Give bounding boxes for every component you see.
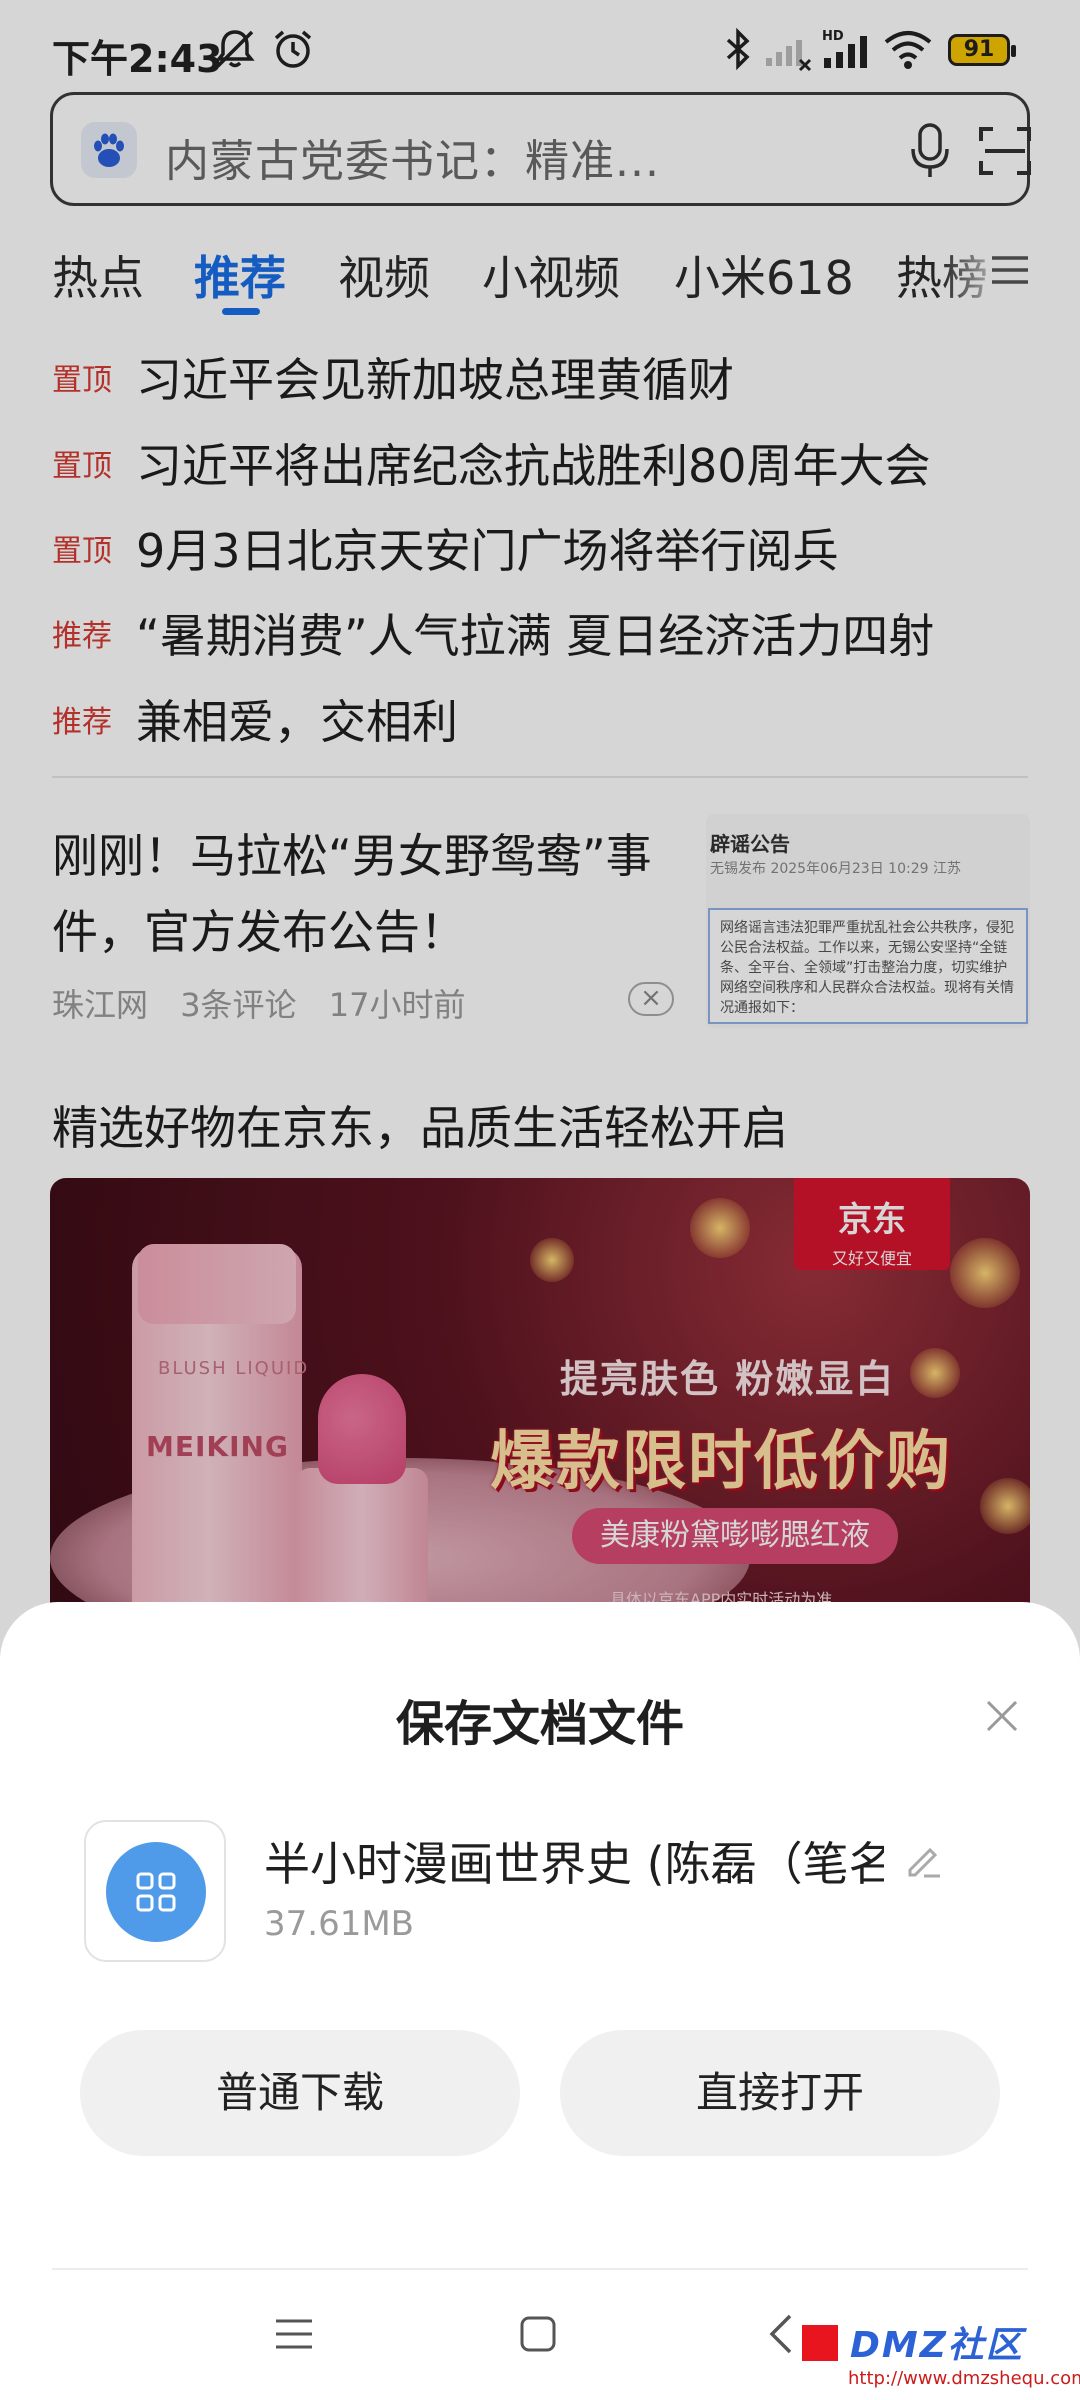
- file-name-field[interactable]: 半小时漫画世界史 (陈磊（笔名：: [264, 1828, 884, 1894]
- file-size: 37.61MB: [264, 1904, 414, 1944]
- watermark-text: DMZ社区: [850, 2325, 1024, 2366]
- divider: [52, 2268, 1028, 2270]
- home-icon[interactable]: [516, 2312, 560, 2356]
- open-directly-button[interactable]: 直接打开: [560, 2030, 1000, 2156]
- sheet-title: 保存文档文件: [395, 1696, 684, 1752]
- recents-menu-icon[interactable]: [272, 2312, 316, 2356]
- watermark-url: http://www.dmzshequ.com: [848, 2368, 1080, 2389]
- normal-download-button[interactable]: 普通下载: [80, 2030, 520, 2156]
- back-icon[interactable]: [762, 2312, 802, 2356]
- edit-pencil-icon[interactable]: [904, 1840, 944, 1880]
- save-file-sheet: 保存文档文件 半小时漫画世界史 (陈磊（笔名： 37.61MB 普通下载 直接打…: [0, 1602, 1080, 2400]
- apps-grid-icon: [106, 1842, 206, 1942]
- watermark-logo: [802, 2325, 838, 2361]
- file-type-icon: [84, 1820, 226, 1962]
- close-icon[interactable]: [980, 1694, 1024, 1738]
